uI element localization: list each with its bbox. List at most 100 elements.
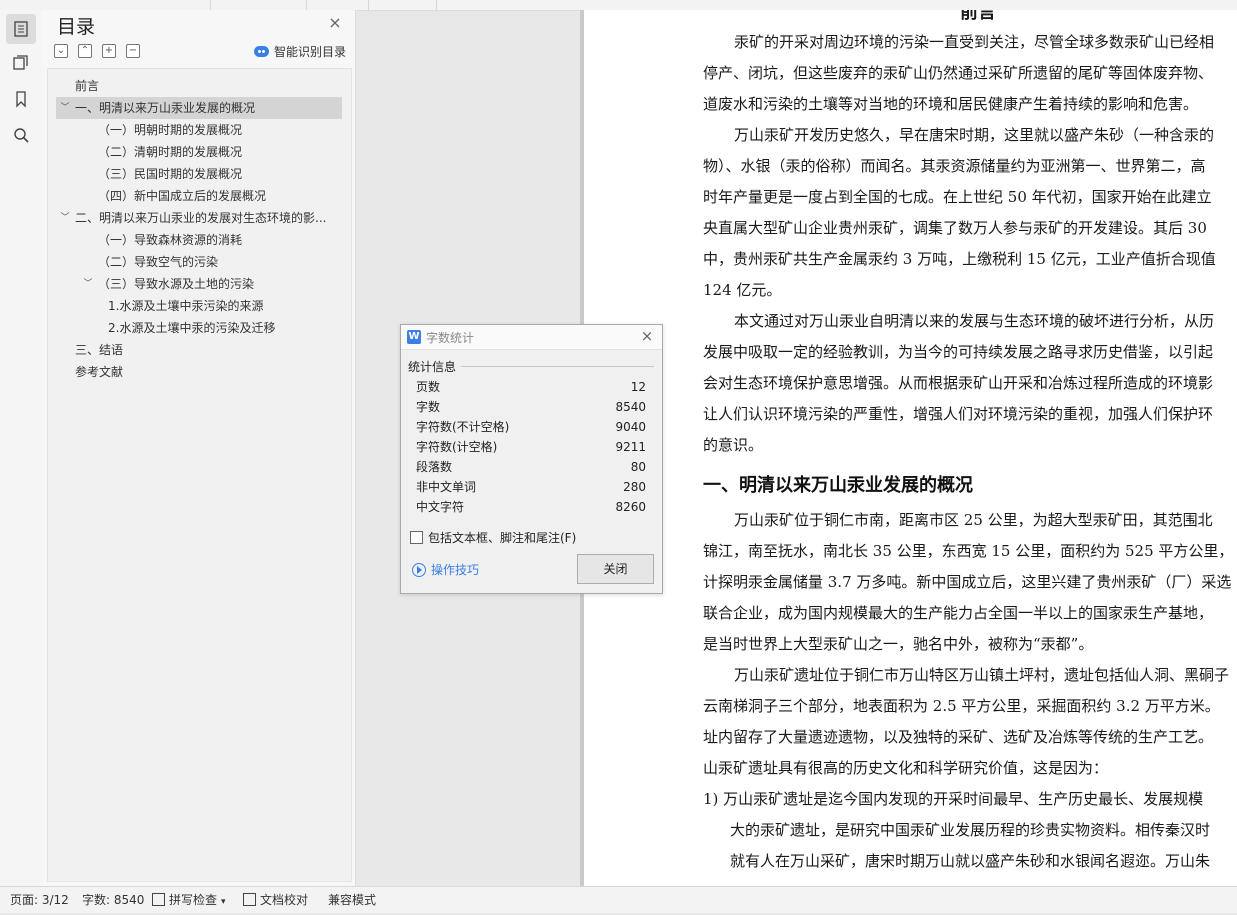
add-heading-button[interactable]: + bbox=[102, 44, 116, 58]
expand-all-button[interactable]: ⌃ bbox=[78, 44, 92, 58]
toc-panel-button[interactable] bbox=[6, 14, 36, 44]
search-icon bbox=[14, 128, 29, 143]
plus-icon: + bbox=[104, 45, 114, 56]
stat-value: 8540 bbox=[615, 400, 646, 414]
document-line: 的意识。 bbox=[703, 436, 764, 454]
collapse-all-button[interactable]: ⌄ bbox=[54, 44, 68, 58]
stat-label: 字符数(不计空格) bbox=[416, 420, 510, 434]
smart-toc-button[interactable]: 智能识别目录 bbox=[254, 43, 346, 60]
tips-link[interactable]: 操作技巧 bbox=[412, 561, 479, 578]
divider bbox=[461, 366, 654, 367]
toc-item[interactable]: 三、结语 bbox=[48, 339, 348, 361]
checkbox-icon[interactable] bbox=[410, 531, 423, 544]
chevron-down-icon[interactable]: ﹀ bbox=[59, 207, 71, 229]
toc-item[interactable]: 前言 bbox=[48, 75, 348, 97]
chevron-up-icon: ⌃ bbox=[80, 45, 90, 56]
close-icon[interactable]: × bbox=[328, 15, 342, 31]
toc-item-label: （三）导致水源及土地的污染 bbox=[98, 277, 255, 291]
toc-item-label: 参考文献 bbox=[75, 365, 124, 379]
toc-panel: 目录 × ⌄ ⌃ + − 智能识别目录 前言 ﹀ 一、明清以来万山汞业发展的概况 （一… bbox=[42, 10, 356, 886]
preface-heading: 前言 bbox=[960, 10, 996, 23]
stat-row: 非中文单词 280 bbox=[416, 477, 646, 497]
toc-item[interactable]: 参考文献 bbox=[48, 361, 348, 383]
toc-item-label: （二）导致空气的污染 bbox=[98, 255, 219, 269]
close-button[interactable]: 关闭 bbox=[577, 554, 654, 584]
toc-item[interactable]: （一）导致森林资源的消耗 bbox=[48, 229, 348, 251]
toc-item[interactable]: （一）明朝时期的发展概况 bbox=[48, 119, 348, 141]
word-count-indicator[interactable]: 字数: 8540 bbox=[82, 887, 144, 913]
document-page[interactable]: 前言 汞矿的开采对周边环境的污染一直受到关注，尽管全球多数汞矿山已经相停产、闭坑… bbox=[584, 10, 1237, 886]
document-line: 锦江，南至抚水，南北长 35 公里，东西宽 15 公里，面积约为 525 平方公… bbox=[703, 542, 1234, 560]
proofread-label: 文档校对 bbox=[260, 893, 309, 907]
stat-label: 非中文单词 bbox=[416, 480, 477, 494]
stat-value: 12 bbox=[630, 380, 646, 394]
spell-check-button[interactable]: 拼写检查 ▾ bbox=[152, 887, 226, 913]
toc-item-label: （三）民国时期的发展概况 bbox=[98, 167, 243, 181]
proofread-icon bbox=[243, 893, 256, 906]
toc-item[interactable]: 1.水源及土壤中汞污染的来源 bbox=[48, 295, 348, 317]
toc-item-label: （一）导致森林资源的消耗 bbox=[98, 233, 243, 247]
toc-item[interactable]: ﹀ （三）导致水源及土地的污染 bbox=[48, 273, 348, 295]
document-line: 1) 万山汞矿遗址是迄今国内发现的开采时间最早、生产历史最长、发展规模 bbox=[703, 790, 1204, 808]
stat-row: 中文字符 8260 bbox=[416, 497, 646, 517]
toc-toolbar: ⌄ ⌃ + − bbox=[54, 44, 140, 58]
document-line: 就有人在万山采矿，唐宋时期万山就以盛产朱砂和水银闻名遐迩。万山朱 bbox=[730, 852, 1211, 870]
document-line: 停产、闭坑，但这些废弃的汞矿山仍然通过采矿所遗留的尾矿等固体废弃物、 bbox=[703, 64, 1214, 82]
toolbar-segment bbox=[0, 0, 211, 10]
search-button[interactable] bbox=[6, 120, 36, 150]
stat-row: 字符数(不计空格) 9040 bbox=[416, 417, 646, 437]
toc-item-label: 一、明清以来万山汞业发展的概况 bbox=[75, 101, 256, 115]
toc-item[interactable]: 2.水源及土壤中汞的污染及迁移 bbox=[48, 317, 348, 339]
stats-section-label: 统计信息 bbox=[408, 360, 457, 374]
toc-item-label: 前言 bbox=[75, 79, 100, 93]
document-line: 时年产量更是一度占到全国的七成。在上世纪 50 年代初，国家开始在此建立 bbox=[703, 188, 1212, 206]
document-outline-icon bbox=[14, 21, 28, 37]
toc-item-label: （四）新中国成立后的发展概况 bbox=[98, 189, 267, 203]
stat-value: 80 bbox=[630, 460, 646, 474]
toc-item-label: 2.水源及土壤中汞的污染及迁移 bbox=[108, 321, 276, 335]
chevron-down-icon[interactable]: ﹀ bbox=[59, 97, 71, 119]
dialog-titlebar[interactable]: W 字数统计 × bbox=[401, 325, 662, 350]
toc-item[interactable]: （四）新中国成立后的发展概况 bbox=[48, 185, 348, 207]
remove-heading-button[interactable]: − bbox=[126, 44, 140, 58]
include-textbox-checkbox[interactable]: 包括文本框、脚注和尾注(F) bbox=[410, 529, 576, 546]
stat-row: 字符数(计空格) 9211 bbox=[416, 437, 646, 457]
stat-value: 280 bbox=[623, 480, 646, 494]
stat-row: 页数 12 bbox=[416, 377, 646, 397]
toolbar-segment bbox=[210, 0, 307, 10]
check-icon bbox=[152, 893, 165, 906]
bookmark-button[interactable] bbox=[6, 84, 36, 114]
stat-label: 字数 bbox=[416, 400, 441, 414]
chapter-nav-button[interactable] bbox=[6, 48, 36, 78]
toolbar-segment bbox=[306, 0, 369, 10]
toc-item[interactable]: （三）民国时期的发展概况 bbox=[48, 163, 348, 185]
stat-row: 段落数 80 bbox=[416, 457, 646, 477]
stat-label: 中文字符 bbox=[416, 500, 465, 514]
close-icon[interactable]: × bbox=[640, 328, 654, 344]
dialog-title: 字数统计 bbox=[426, 331, 475, 345]
toc-item[interactable]: （二）导致空气的污染 bbox=[48, 251, 348, 273]
toc-title: 目录 bbox=[57, 16, 96, 38]
document-line: 万山汞矿位于铜仁市南，距离市区 25 公里，为超大型汞矿田，其范围北 bbox=[734, 511, 1213, 529]
document-line: 中，贵州汞矿共生产金属汞约 3 万吨，上缴税利 15 亿元，工业产值折合现值 bbox=[703, 250, 1216, 268]
toc-item[interactable]: ﹀ 二、明清以来万山汞业的发展对生态环境的影... bbox=[48, 207, 348, 229]
document-line: 道废水和污染的土壤等对当地的环境和居民健康产生着持续的影响和危害。 bbox=[703, 95, 1199, 113]
document-line: 联合企业，成为国内规模最大的生产能力占全国一半以上的国家汞生产基地， bbox=[703, 604, 1214, 622]
document-line: 汞矿的开采对周边环境的污染一直受到关注，尽管全球多数汞矿山已经相 bbox=[734, 33, 1215, 51]
document-line: 万山汞矿遗址位于铜仁市万山特区万山镇土坪村，遗址包括仙人洞、黑硐子 bbox=[734, 666, 1230, 684]
bookmark-icon bbox=[16, 91, 26, 108]
dropdown-arrow-icon: ▾ bbox=[221, 897, 226, 907]
document-line: 本文通过对万山汞业自明清以来的发展与生态环境的破坏进行分析，从历 bbox=[734, 312, 1215, 330]
document-line: 山汞矿遗址具有很高的历史文化和科学研究价值，这是因为： bbox=[703, 759, 1109, 777]
document-line: 物）、水银（汞的俗称）而闻名。其汞资源储量约为亚洲第一、世界第二，高 bbox=[703, 157, 1206, 175]
toc-item[interactable]: （二）清朝时期的发展概况 bbox=[48, 141, 348, 163]
stat-value: 9040 bbox=[615, 420, 646, 434]
toc-item[interactable]: ﹀ 一、明清以来万山汞业发展的概况 bbox=[56, 97, 342, 119]
stat-label: 段落数 bbox=[416, 460, 453, 474]
stat-label: 页数 bbox=[416, 380, 441, 394]
chevron-down-icon[interactable]: ﹀ bbox=[82, 273, 94, 295]
proofread-button[interactable]: 文档校对 bbox=[243, 887, 308, 913]
checkbox-label: 包括文本框、脚注和尾注(F) bbox=[428, 531, 577, 545]
page-indicator[interactable]: 页面: 3/12 bbox=[10, 887, 69, 913]
document-line: 124 亿元。 bbox=[703, 281, 782, 299]
